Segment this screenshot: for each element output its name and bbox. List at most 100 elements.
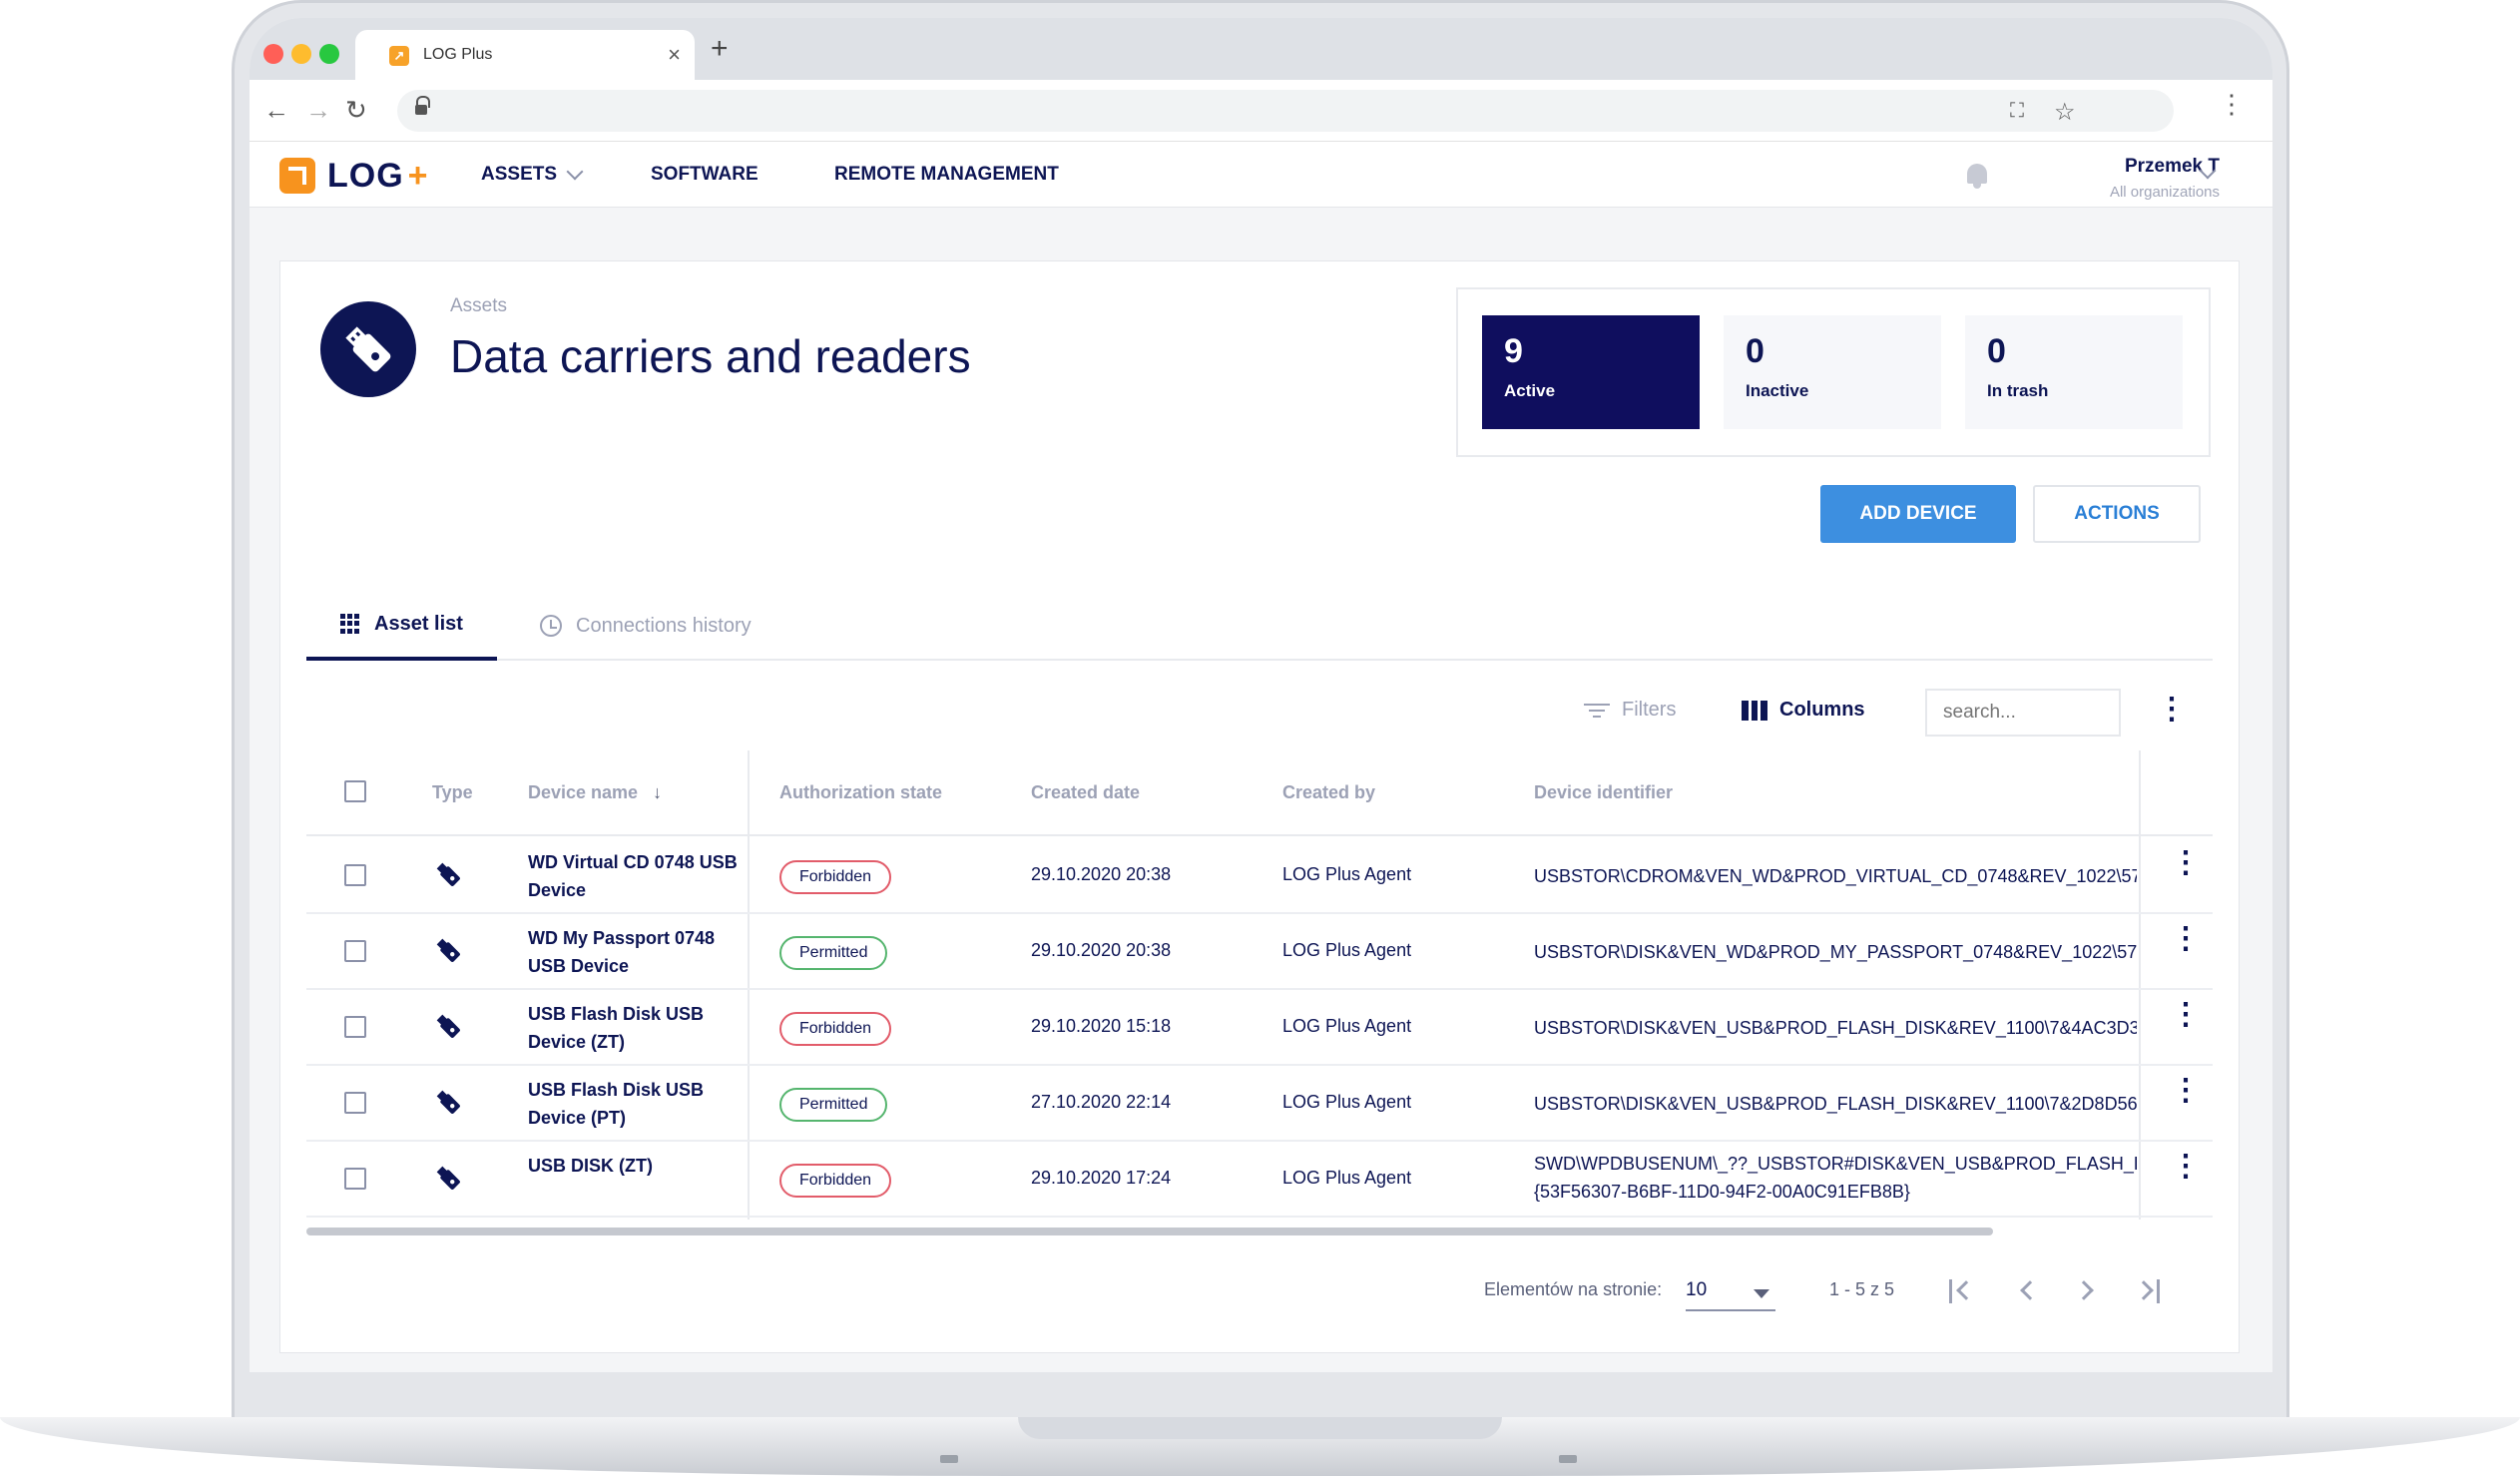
column-header-device-identifier[interactable]: Device identifier — [1534, 782, 1673, 803]
actions-button[interactable]: ACTIONS — [2033, 485, 2201, 543]
row-menu-icon[interactable]: ⋮ — [2171, 924, 2201, 954]
column-header-device-name[interactable]: Device name ↓ — [528, 782, 662, 803]
next-page-button[interactable] — [2069, 1271, 2109, 1311]
last-page-button[interactable] — [2131, 1271, 2171, 1311]
created-by: LOG Plus Agent — [1282, 1016, 1412, 1036]
user-name[interactable]: Przemek T — [2066, 156, 2220, 178]
stat-in-trash[interactable]: 0 In trash — [1965, 315, 2183, 429]
laptop-foot — [1559, 1455, 1577, 1463]
column-header-type[interactable]: Type — [432, 782, 473, 803]
device-name[interactable]: USB Flash Disk USB Device (PT) — [528, 1076, 738, 1132]
device-name[interactable]: WD Virtual CD 0748 USB Device — [528, 848, 738, 904]
row-menu-icon[interactable]: ⋮ — [2171, 1076, 2201, 1106]
close-tab-icon[interactable]: × — [668, 42, 681, 68]
tab-label: Asset list — [374, 612, 463, 635]
previous-page-button[interactable] — [2007, 1271, 2047, 1311]
device-name[interactable]: USB Flash Disk USB Device (ZT) — [528, 1000, 738, 1056]
created-date: 27.10.2020 22:14 — [1031, 1092, 1172, 1112]
stat-label: Inactive — [1746, 381, 1809, 400]
screen: ↗ LOG Plus × + ← → ↻ ⛶ ☆ ⋮ LOG + ASSETS — [250, 18, 2272, 1372]
logo[interactable]: LOG + — [279, 157, 428, 195]
tab-asset-list[interactable]: Asset list — [306, 591, 497, 661]
column-header-label: Device name — [528, 782, 639, 802]
device-name[interactable]: WD My Passport 0748 USB Device — [528, 924, 738, 980]
page-title: Data carriers and readers — [450, 330, 971, 382]
column-header-created-date[interactable]: Created date — [1031, 782, 1140, 803]
search-input[interactable] — [1925, 689, 2121, 737]
user-menu-chevron-icon[interactable] — [2199, 162, 2217, 182]
row-checkbox[interactable] — [344, 1092, 366, 1114]
row-checkbox[interactable] — [344, 864, 366, 886]
column-header-created-by[interactable]: Created by — [1282, 782, 1375, 803]
more-options-icon[interactable]: ⋮ — [2157, 695, 2187, 725]
nav-item-software[interactable]: SOFTWARE — [651, 164, 758, 186]
row-checkbox[interactable] — [344, 1016, 366, 1038]
row-menu-icon[interactable]: ⋮ — [2171, 1152, 2201, 1182]
chevron-down-icon — [566, 163, 584, 181]
reload-icon[interactable]: ↻ — [345, 96, 367, 124]
device-identifier-line: USBSTOR\DISK&VEN_USB&PROD_FLASH_DISK&REV… — [1534, 1018, 2137, 1038]
minimize-window-button[interactable] — [291, 44, 311, 64]
browser-tab-title: LOG Plus — [423, 46, 493, 63]
device-identifier: USBSTOR\DISK&VEN_USB&PROD_FLASH_DISK&REV… — [1534, 1090, 2137, 1118]
items-per-page-select[interactable]: 10 — [1686, 1271, 1775, 1311]
device-identifier: USBSTOR\DISK&VEN_USB&PROD_FLASH_DISK&REV… — [1534, 1014, 2137, 1042]
laptop-foot — [940, 1455, 958, 1463]
tab-label: Connections history — [576, 614, 752, 637]
favicon-icon: ↗ — [389, 46, 409, 66]
stat-inactive[interactable]: 0 Inactive — [1724, 315, 1941, 429]
browser-toolbar: ← → ↻ ⛶ ☆ ⋮ — [250, 80, 2272, 142]
view-tabs: Asset list Connections history — [306, 591, 2213, 661]
filters-button[interactable]: Filters — [1584, 699, 1676, 722]
table-row[interactable]: USB Flash Disk USB Device (ZT) Forbidden 2… — [306, 990, 2213, 1066]
browser-tab-bar: ↗ LOG Plus × + — [250, 18, 2272, 80]
filter-icon — [1584, 702, 1610, 720]
authorization-state-badge: Forbidden — [779, 1164, 892, 1198]
row-checkbox[interactable] — [344, 1168, 366, 1190]
first-page-button[interactable] — [1943, 1271, 1983, 1311]
nav-item-assets[interactable]: ASSETS — [481, 163, 584, 186]
columns-button[interactable]: Columns — [1742, 699, 1865, 722]
close-window-button[interactable] — [263, 44, 283, 64]
stat-active[interactable]: 9 Active — [1482, 315, 1700, 429]
bell-icon[interactable] — [1964, 162, 1990, 190]
filters-label: Filters — [1622, 699, 1677, 721]
tab-connections-history[interactable]: Connections history — [506, 591, 785, 661]
table-row[interactable]: USB Flash Disk USB Device (PT) Permitted 2… — [306, 1066, 2213, 1142]
nav-item-remote-management[interactable]: REMOTE MANAGEMENT — [834, 164, 1059, 186]
address-bar[interactable]: ⛶ ☆ — [397, 90, 2174, 132]
browser-menu-icon[interactable]: ⋮ — [2219, 91, 2245, 117]
horizontal-scrollbar[interactable] — [306, 1228, 1993, 1235]
translate-icon[interactable]: ⛶ — [2010, 100, 2024, 123]
row-menu-icon[interactable]: ⋮ — [2171, 848, 2201, 878]
maximize-window-button[interactable] — [319, 44, 339, 64]
browser-tab[interactable]: ↗ LOG Plus × — [355, 30, 695, 80]
select-all-checkbox[interactable] — [344, 780, 366, 802]
created-by: LOG Plus Agent — [1282, 864, 1412, 884]
table-row[interactable]: WD My Passport 0748 USB Device Permitted 2… — [306, 914, 2213, 990]
row-checkbox[interactable] — [344, 940, 366, 962]
lock-icon — [415, 96, 430, 116]
usb-drive-icon — [432, 1086, 464, 1118]
forward-arrow-icon[interactable]: → — [305, 96, 331, 124]
back-arrow-icon[interactable]: ← — [263, 96, 289, 124]
add-device-button[interactable]: ADD DEVICE — [1820, 485, 2016, 543]
authorization-state-badge: Permitted — [779, 936, 888, 970]
page-range: 1 - 5 z 5 — [1829, 1279, 1895, 1299]
row-menu-icon[interactable]: ⋮ — [2171, 1000, 2201, 1030]
usb-drive-icon — [432, 858, 464, 890]
new-tab-button[interactable]: + — [711, 34, 729, 64]
created-by: LOG Plus Agent — [1282, 940, 1412, 960]
user-organization: All organizations — [2109, 184, 2220, 201]
table-row[interactable]: USB DISK (ZT) Forbidden 29.10.2020 17:24 LO… — [306, 1142, 2213, 1218]
stat-label: Active — [1504, 381, 1556, 400]
breadcrumb[interactable]: Assets — [450, 295, 507, 317]
authorization-state-badge: Forbidden — [779, 1012, 892, 1046]
column-header-authorization-state[interactable]: Authorization state — [779, 782, 942, 803]
stat-count: 0 — [1987, 332, 2006, 370]
device-identifier-line: USBSTOR\DISK&VEN_WD&PROD_MY_PASSPORT_074… — [1534, 942, 2137, 962]
star-icon[interactable]: ☆ — [2054, 98, 2076, 127]
created-by: LOG Plus Agent — [1282, 1092, 1412, 1112]
device-name[interactable]: USB DISK (ZT) — [528, 1152, 738, 1180]
table-row[interactable]: WD Virtual CD 0748 USB Device Forbidden 29… — [306, 838, 2213, 914]
